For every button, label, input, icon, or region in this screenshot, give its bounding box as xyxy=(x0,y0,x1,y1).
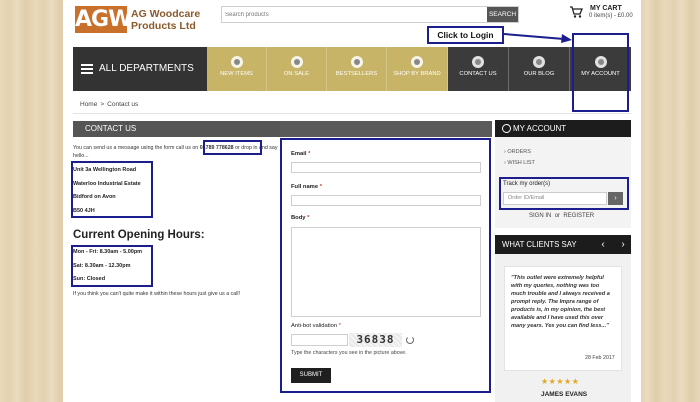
next-arrow-icon[interactable]: › xyxy=(617,235,629,254)
all-departments-label: ALL DEPARTMENTS xyxy=(99,63,194,74)
logo-text[interactable]: AG Woodcare Products Ltd xyxy=(131,8,221,32)
divider xyxy=(73,113,631,114)
nav-shop-by-brand[interactable]: SHOP BY BRAND xyxy=(387,47,448,91)
hours-note: If you think you can't quite make it wit… xyxy=(73,291,241,297)
user-icon xyxy=(502,124,511,133)
register-link[interactable]: REGISTER xyxy=(563,213,594,219)
highlight-phone xyxy=(203,140,262,155)
breadcrumb-separator: > xyxy=(100,101,105,108)
breadcrumb-home[interactable]: Home xyxy=(80,101,97,108)
nav-label: OUR BLOG xyxy=(523,71,555,77)
nav-our-blog[interactable]: OUR BLOG xyxy=(509,47,570,91)
nav-label: ON SALE xyxy=(283,71,310,77)
nav-label: SHOP BY BRAND xyxy=(393,71,441,77)
nav-on-sale[interactable]: ON SALE xyxy=(267,47,327,91)
form-header-bar xyxy=(280,121,492,137)
tag-icon xyxy=(290,56,303,68)
rating-stars: ★★★★★ xyxy=(541,377,580,386)
my-account-header: MY ACCOUNT xyxy=(495,120,631,137)
contact-heading: CONTACT US xyxy=(73,121,280,137)
search-input[interactable] xyxy=(222,7,488,22)
nav-label: CONTACT US xyxy=(459,71,497,77)
orders-link[interactable]: › ORDERS xyxy=(504,149,531,155)
auth-links: SIGN IN or REGISTER xyxy=(529,213,594,219)
wishlist-link[interactable]: › WISH LIST xyxy=(504,160,535,166)
logo-mark[interactable]: AGW xyxy=(75,6,132,33)
brand-icon xyxy=(411,56,423,68)
nav-bestsellers[interactable]: BESTSELLERS xyxy=(327,47,387,91)
nav-new-items[interactable]: NEW ITEMS xyxy=(207,47,267,91)
account-links: › ORDERS › WISH LIST xyxy=(495,137,631,172)
or-text: or xyxy=(554,213,561,219)
highlight-address xyxy=(71,161,153,218)
nav-label: NEW ITEMS xyxy=(220,71,253,77)
callout-arrow xyxy=(504,33,572,43)
sign-in-link[interactable]: SIGN IN xyxy=(529,213,551,219)
phone-icon xyxy=(472,56,484,68)
breadcrumb-current: Contact us xyxy=(107,101,139,108)
testimonial-date: 28 Feb 2017 xyxy=(585,355,615,361)
cart-title[interactable]: MY CART xyxy=(590,5,622,12)
highlight-hours xyxy=(71,245,153,287)
intro-text: You can send us a message using the form… xyxy=(73,145,199,151)
reviewer-name: JAMES EVANS xyxy=(541,391,588,398)
highlight-form xyxy=(280,138,491,393)
cart-summary[interactable]: 0 item(s) - £0.00 xyxy=(589,13,633,19)
all-departments-button[interactable]: ALL DEPARTMENTS xyxy=(73,47,207,91)
highlight-my-account xyxy=(572,33,629,112)
login-callout: Click to Login xyxy=(427,26,504,44)
trophy-icon xyxy=(350,56,363,68)
search-button[interactable]: SEARCH xyxy=(487,7,518,22)
star-icon xyxy=(230,56,243,68)
main-nav: ALL DEPARTMENTS NEW ITEMS ON SALE BESTSE… xyxy=(73,47,631,91)
breadcrumb: Home > Contact us xyxy=(73,96,493,113)
menu-icon xyxy=(81,64,93,74)
highlight-track xyxy=(499,177,629,210)
blog-icon xyxy=(533,56,545,68)
prev-arrow-icon[interactable]: ‹ xyxy=(597,235,609,254)
nav-contact-us[interactable]: CONTACT US xyxy=(448,47,509,91)
clients-header: WHAT CLIENTS SAY xyxy=(495,235,631,254)
nav-label: BESTSELLERS xyxy=(335,71,378,77)
search-box: SEARCH xyxy=(221,6,519,23)
cart-icon[interactable] xyxy=(569,5,583,19)
hours-title: Current Opening Hours: xyxy=(73,229,205,241)
